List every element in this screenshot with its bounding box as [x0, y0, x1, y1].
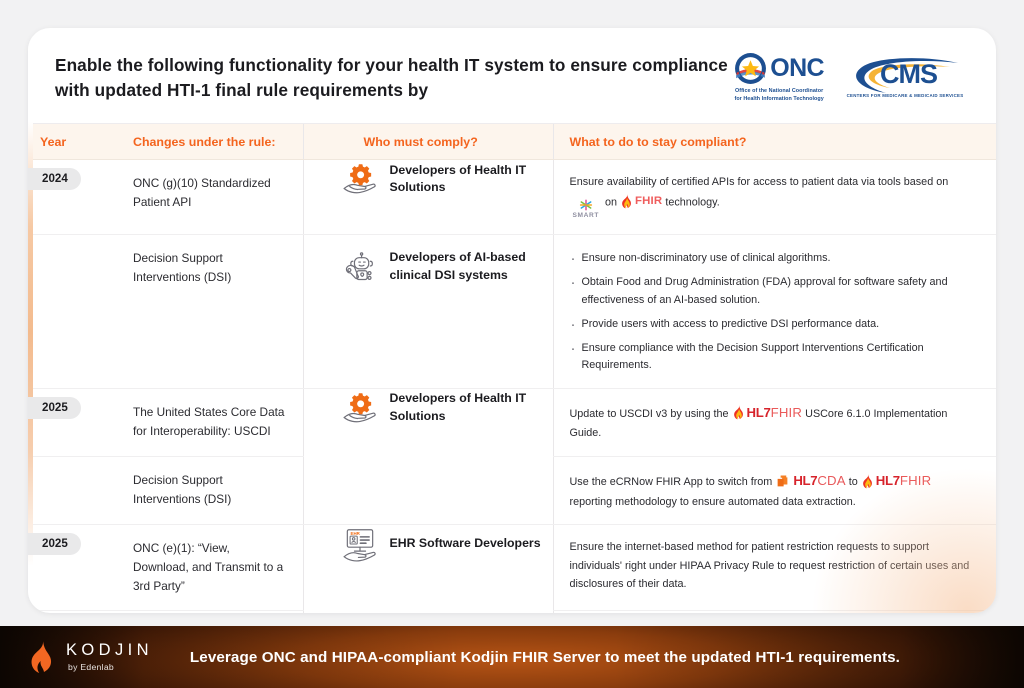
fhir-badge: FHIR — [620, 192, 662, 212]
column-header-year: Year — [28, 123, 106, 160]
cda-document-icon — [777, 475, 788, 487]
year-cell: 2025 -2027 — [28, 611, 106, 613]
year-cell: 2024 — [28, 159, 106, 236]
ehr-monitor-in-hand-icon: EHR — [343, 529, 376, 562]
fhir-wordmark: FHIR — [899, 472, 932, 488]
kodjin-flame-icon — [31, 640, 52, 673]
change-cell: The United States Core Data for Interope… — [106, 388, 303, 457]
cms-logo: CMS CENTERS FOR MEDICARE & MEDICAID SERV… — [846, 57, 964, 98]
what-text-mid: to — [848, 475, 858, 488]
what-cell: Ensure the internet-based method for pat… — [552, 524, 996, 612]
smart-logo-icon: SMART — [573, 199, 599, 221]
kodjin-brand[interactable]: KODJIN by Edenlab — [0, 640, 153, 674]
column-header-change: Changes under the rule: — [106, 123, 303, 160]
list-item: Ensure compliance with the Decision Supp… — [570, 337, 977, 375]
bottom-cta-banner: KODJIN by Edenlab Leverage ONC and HIPAA… — [0, 626, 1024, 688]
what-cell: Comply with insights reporting criteria … — [552, 610, 996, 613]
table-header-row: Year Changes under the rule: Who must co… — [28, 123, 996, 160]
card-header: Enable the following functionality for y… — [28, 28, 996, 123]
fhir-wordmark: FHIR — [634, 194, 663, 207]
list-item: Obtain Food and Drug Administration (FDA… — [570, 271, 977, 309]
onc-seal-icon — [735, 53, 767, 85]
smart-wordmark: SMART — [572, 211, 599, 219]
year-badge: 2024 — [28, 168, 81, 191]
year-cell — [28, 234, 106, 389]
who-cell: EHR EHR Software Developers — [302, 524, 553, 613]
agency-logos: ONC Office of the National Coordinator f… — [734, 52, 970, 103]
year-cell — [28, 456, 106, 526]
year-badge: 2025 — [28, 396, 81, 419]
who-label: Developers of Health IT Solutions — [389, 391, 527, 423]
column-header-what: What to do to stay compliant? — [552, 123, 996, 160]
what-cell: Ensure availability of certified APIs fo… — [552, 159, 996, 236]
year-cell: 2025 — [28, 388, 106, 457]
cms-wordmark: CMS — [880, 59, 938, 89]
fhir-flame-icon — [622, 193, 631, 209]
what-text-mid: on — [604, 195, 617, 208]
table-row: 2025 The United States Core Data for Int… — [28, 388, 996, 526]
fhir-flame-icon — [862, 473, 872, 489]
column-header-who: Who must comply? — [302, 123, 553, 160]
change-cell: Insights Reporting Requirements — [106, 611, 303, 613]
who-label: Developers of Health IT Solutions — [389, 162, 527, 194]
who-cell: Developers of Health IT Solutions — [302, 388, 553, 526]
change-cell: ONC (e)(1): “View, Download, and Transmi… — [106, 524, 303, 612]
gear-in-hand-icon — [343, 392, 376, 422]
change-cell: Decision Support Interventions (DSI) — [106, 234, 303, 389]
banner-message: Leverage ONC and HIPAA-compliant Kodjin … — [189, 648, 900, 666]
cda-wordmark: CDA — [817, 472, 846, 488]
gear-in-hand-icon — [343, 164, 376, 194]
page-title: Enable the following functionality for y… — [55, 54, 728, 100]
requirements-list: Ensure non-discriminatory use of clinica… — [570, 247, 977, 375]
hl7-cda-badge: HL7 CDA — [775, 470, 846, 493]
who-cell: Developers of Health IT Solutions — [302, 159, 553, 236]
what-cell: Ensure non-discriminatory use of clinica… — [552, 234, 996, 389]
table-row: 2025 ONC (e)(1): “View, Download, and Tr… — [28, 524, 996, 613]
onc-subtitle: Office of the National Coordinator for H… — [734, 88, 824, 102]
year-badge: 2025 — [28, 533, 81, 556]
table-row: Decision Support Interventions (DSI) Dev… — [28, 234, 996, 389]
what-text-pre: Use the eCRNow FHIR App to switch from — [569, 475, 773, 488]
robot-wrench-icon — [345, 252, 373, 281]
what-text-post: reporting methodology to ensure automate… — [569, 495, 856, 508]
compliance-card: Enable the following functionality for y… — [28, 28, 996, 613]
who-label: Developers of AI-based clinical DSI syst… — [389, 250, 526, 282]
brand-name: KODJIN — [66, 640, 153, 659]
what-cell: Use the eCRNow FHIR App to switch from H… — [552, 456, 996, 526]
infographic-page: Enable the following functionality for y… — [0, 0, 1024, 688]
fhir-wordmark: FHIR — [770, 404, 803, 420]
hl7-wordmark: HL7 — [793, 472, 818, 488]
list-item: Ensure non-discriminatory use of clinica… — [570, 247, 977, 272]
change-cell: Decision Support Interventions (DSI) — [106, 456, 303, 526]
hl7-fhir-badge: HL7 FHIR — [861, 470, 932, 493]
hl7-fhir-badge: HL7 FHIR — [732, 402, 803, 425]
year-cell: 2025 — [28, 524, 106, 612]
what-text-pre: Update to USCDI v3 by using the — [569, 407, 729, 420]
what-cell: Update to USCDI v3 by using the HL7 FHIR … — [552, 388, 996, 457]
table-row: 2024 ONC (g)(10) Standardized Patient AP… — [28, 159, 996, 236]
hl7-wordmark: HL7 — [875, 472, 900, 488]
list-item: Provide users with access to predictive … — [570, 313, 977, 338]
onc-logo: ONC Office of the National Coordinator f… — [734, 52, 825, 103]
who-label: EHR Software Developers — [389, 536, 541, 551]
brand-byline: by Edenlab — [68, 662, 115, 673]
what-text-post: technology. — [665, 195, 720, 208]
fhir-flame-icon — [733, 405, 743, 420]
compliance-table: Year Changes under the rule: Who must co… — [28, 123, 996, 613]
svg-text:EHR: EHR — [350, 531, 360, 536]
who-cell: Developers of AI-based clinical DSI syst… — [302, 234, 553, 389]
onc-wordmark: ONC — [770, 54, 824, 83]
what-text-pre: Ensure availability of certified APIs fo… — [569, 176, 949, 188]
change-cell: ONC (g)(10) Standardized Patient API — [106, 159, 303, 236]
hl7-wordmark: HL7 — [746, 404, 771, 420]
